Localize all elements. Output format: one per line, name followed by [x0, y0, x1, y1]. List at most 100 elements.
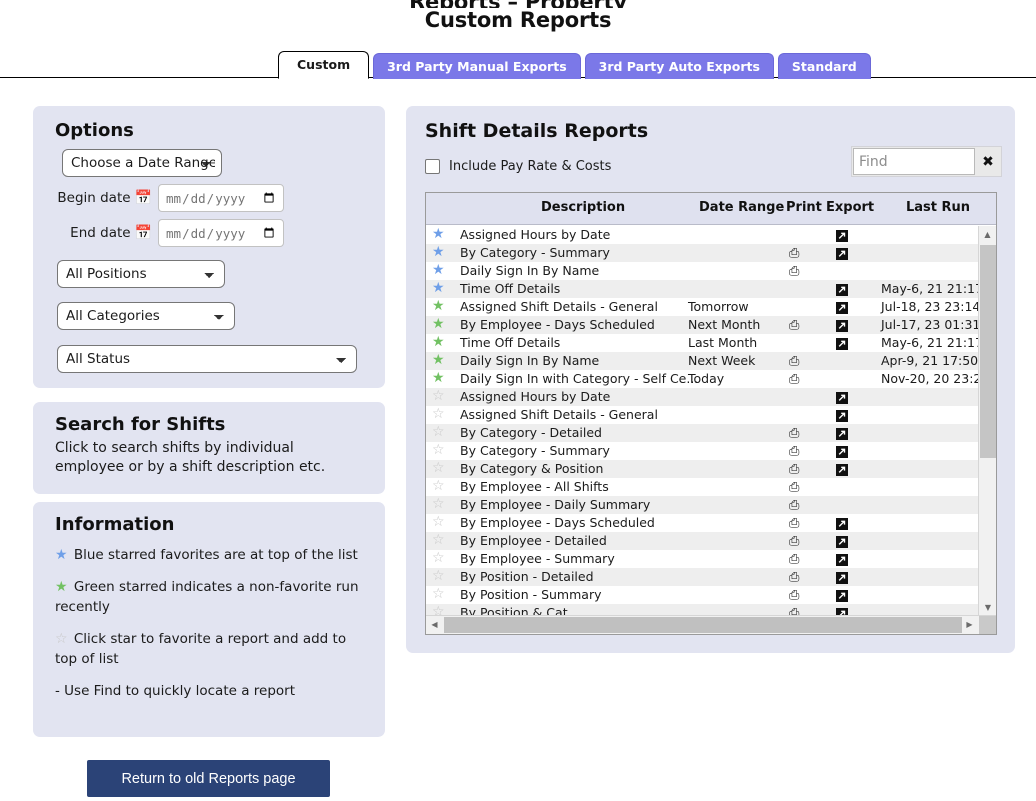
print-icon[interactable]: ⎙ [789, 496, 799, 515]
table-row[interactable]: ★Time Off DetailsLast MonthMay-6, 21 21:… [426, 334, 979, 352]
export-icon[interactable] [836, 550, 848, 568]
table-row[interactable]: ☆Assigned Hours by Date [426, 388, 979, 406]
tab-3rd-party-auto-exports[interactable]: 3rd Party Auto Exports [585, 53, 774, 79]
table-row[interactable]: ☆ By Employee - Summary ⎙ [426, 550, 979, 568]
print-icon[interactable]: ⎙ [789, 460, 799, 479]
favorite-star-icon[interactable]: ☆ [432, 531, 445, 549]
export-icon[interactable] [836, 514, 848, 532]
print-icon[interactable]: ⎙ [789, 352, 799, 371]
report-description: Assigned Shift Details - General [460, 406, 658, 424]
favorite-star-icon[interactable]: ☆ [432, 477, 445, 495]
table-row[interactable]: ☆By Category - Summary⎙ [426, 442, 979, 460]
table-row[interactable]: ★By Category - Summary⎙ [426, 244, 979, 262]
table-row[interactable]: ☆By Position - Detailed⎙ [426, 568, 979, 586]
table-row[interactable]: ☆By Employee - Days Scheduled⎙ [426, 514, 979, 532]
favorite-star-icon[interactable]: ☆ [432, 513, 445, 531]
print-icon[interactable]: ⎙ [789, 424, 799, 443]
print-icon[interactable]: ⎙ [789, 586, 799, 605]
table-row[interactable]: ★By Employee - Days ScheduledNext Month⎙… [426, 316, 979, 334]
table-row[interactable]: ☆ Assigned Shift Details - General [426, 406, 979, 424]
print-icon[interactable]: ⎙ [789, 244, 799, 263]
export-icon[interactable] [836, 388, 848, 406]
export-icon[interactable] [836, 586, 848, 604]
export-icon[interactable] [836, 460, 848, 478]
clear-find-icon[interactable]: ✖ [975, 155, 1001, 169]
table-row[interactable]: ☆By Category - Detailed⎙ [426, 424, 979, 442]
export-icon[interactable] [836, 442, 848, 460]
print-icon[interactable]: ⎙ [789, 532, 799, 551]
table-row[interactable]: ☆By Employee - Detailed⎙ [426, 532, 979, 550]
table-row[interactable]: ☆ By Position - Summary ⎙ [426, 586, 979, 604]
table-row[interactable]: ★Daily Sign In with Category - Self Ce..… [426, 370, 979, 388]
favorite-star-icon[interactable]: ★ [432, 243, 445, 261]
vertical-scrollbar-thumb[interactable] [980, 245, 996, 458]
begin-date-input[interactable] [158, 184, 284, 212]
print-icon[interactable]: ⎙ [789, 550, 799, 569]
end-date-input[interactable] [158, 219, 284, 247]
export-icon[interactable] [836, 334, 848, 352]
table-row[interactable]: ☆By Employee - Daily Summary⎙ [426, 496, 979, 514]
report-description: By Position - Summary [460, 586, 601, 604]
search-for-shifts-panel[interactable]: Search for Shifts Click to search shifts… [33, 402, 385, 494]
scroll-right-icon[interactable]: ▶ [961, 616, 978, 634]
status-select[interactable]: All Status [57, 345, 357, 373]
export-icon[interactable] [836, 244, 848, 262]
favorite-star-icon[interactable]: ★ [432, 351, 445, 369]
print-icon[interactable]: ⎙ [789, 370, 799, 389]
print-icon[interactable]: ⎙ [789, 478, 799, 497]
table-row[interactable]: ★Assigned Shift Details - GeneralTomorro… [426, 298, 979, 316]
include-pay-rate-checkbox[interactable] [425, 159, 440, 174]
scroll-left-icon[interactable]: ◀ [426, 616, 443, 634]
tab-custom[interactable]: Custom [278, 51, 369, 79]
find-input[interactable] [853, 148, 975, 175]
positions-select[interactable]: All Positions [57, 260, 225, 288]
table-row[interactable]: ★Daily Sign In By NameNext Week⎙Apr-9, 2… [426, 352, 979, 370]
print-icon[interactable]: ⎙ [789, 442, 799, 461]
favorite-star-icon[interactable]: ☆ [432, 441, 445, 459]
table-row[interactable]: ☆By Employee - All Shifts⎙ [426, 478, 979, 496]
horizontal-scrollbar-thumb[interactable] [444, 617, 962, 633]
favorite-star-icon[interactable]: ☆ [432, 549, 445, 567]
export-icon[interactable] [836, 532, 848, 550]
report-description: Daily Sign In By Name [460, 352, 599, 370]
favorite-star-icon[interactable]: ☆ [432, 423, 445, 441]
favorite-star-icon[interactable]: ☆ [432, 459, 445, 477]
table-row[interactable]: ★Time Off DetailsMay-6, 21 21:17 [426, 280, 979, 298]
favorite-star-icon[interactable]: ☆ [432, 387, 445, 405]
horizontal-scrollbar[interactable]: ◀ ▶ [426, 615, 997, 634]
favorite-star-icon[interactable]: ★ [432, 279, 445, 297]
print-icon[interactable]: ⎙ [789, 316, 799, 335]
export-icon[interactable] [836, 424, 848, 442]
favorite-star-icon[interactable]: ★ [432, 333, 445, 351]
export-icon[interactable] [836, 406, 848, 424]
table-row[interactable]: ★Daily Sign In By Name⎙ [426, 262, 979, 280]
export-icon[interactable] [836, 568, 848, 586]
return-to-old-reports-button[interactable]: Return to old Reports page [87, 760, 330, 797]
export-icon[interactable] [836, 316, 848, 334]
favorite-star-icon[interactable]: ★ [432, 297, 445, 315]
date-range-select[interactable]: Choose a Date Range [62, 149, 222, 177]
export-icon[interactable] [836, 280, 848, 298]
favorite-star-icon[interactable]: ★ [432, 369, 445, 387]
scroll-up-icon[interactable]: ▲ [979, 226, 996, 243]
print-icon[interactable]: ⎙ [789, 262, 799, 281]
favorite-star-icon[interactable]: ☆ [432, 567, 445, 585]
favorite-star-icon[interactable]: ☆ [432, 495, 445, 513]
print-icon[interactable]: ⎙ [789, 514, 799, 533]
table-row[interactable]: ★Assigned Hours by Date [426, 226, 979, 244]
vertical-scrollbar[interactable]: ▲ ▼ [978, 226, 996, 616]
categories-select[interactable]: All Categories [57, 302, 235, 330]
export-icon[interactable] [836, 226, 848, 244]
report-description: By Employee - Summary [460, 550, 615, 568]
print-icon[interactable]: ⎙ [789, 568, 799, 587]
scroll-down-icon[interactable]: ▼ [979, 599, 997, 616]
favorite-star-icon[interactable]: ☆ [432, 585, 445, 603]
table-row[interactable]: ☆By Category & Position⎙ [426, 460, 979, 478]
favorite-star-icon[interactable]: ★ [432, 261, 445, 279]
favorite-star-icon[interactable]: ★ [432, 315, 445, 333]
tab-3rd-party-manual-exports[interactable]: 3rd Party Manual Exports [373, 53, 581, 79]
export-icon[interactable] [836, 298, 848, 316]
favorite-star-icon[interactable]: ☆ [432, 405, 445, 423]
tab-standard[interactable]: Standard [778, 53, 871, 79]
favorite-star-icon[interactable]: ★ [432, 226, 445, 243]
